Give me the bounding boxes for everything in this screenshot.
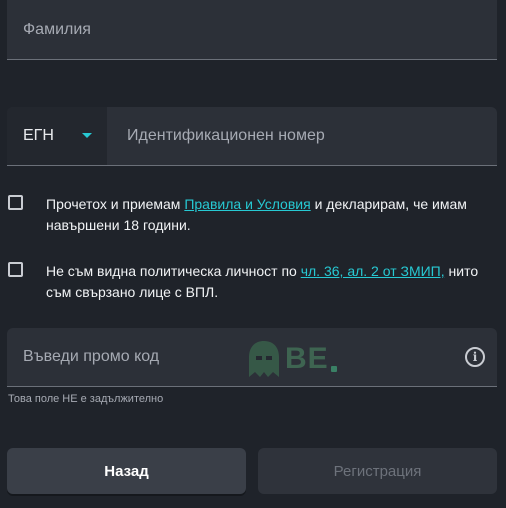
promo-code-placeholder: Въведи промо код <box>23 348 160 365</box>
watermark-dot <box>330 366 337 372</box>
back-button[interactable]: Назад <box>7 448 246 494</box>
terms-link[interactable]: Правила и Условия <box>184 196 310 212</box>
pep-text: Не съм видна политическа личност по чл. … <box>46 261 496 303</box>
watermark-text: BE <box>285 342 329 375</box>
id-type-select[interactable]: ЕГН <box>7 107 107 165</box>
surname-placeholder: Фамилия <box>23 21 91 38</box>
egn-field-group: ЕГН Идентификационен номер <box>7 107 497 166</box>
register-button[interactable]: Регистрация <box>258 448 497 494</box>
watermark-logo: BE <box>247 339 337 379</box>
promo-code-field[interactable]: Въведи промо код BE i <box>7 328 497 387</box>
terms-row: Прочетох и приемам Правила и Условия и д… <box>8 194 496 236</box>
ghost-icon <box>249 341 279 377</box>
terms-text: Прочетох и приемам Правила и Условия и д… <box>46 194 496 236</box>
registration-form: Фамилия ЕГН Идентификационен номер Проче… <box>0 0 506 508</box>
info-icon[interactable]: i <box>465 347 485 367</box>
id-number-placeholder: Идентификационен номер <box>127 127 325 144</box>
surname-field[interactable]: Фамилия <box>7 0 497 60</box>
terms-text-before: Прочетох и приемам <box>46 196 185 212</box>
pep-checkbox[interactable] <box>8 262 23 277</box>
promo-helper-text: Това поле НЕ е задължително <box>8 393 164 405</box>
pep-text-before: Не съм видна политическа личност по <box>46 263 301 279</box>
terms-checkbox[interactable] <box>8 195 23 210</box>
id-type-value: ЕГН <box>23 127 54 144</box>
caret-down-icon <box>82 133 92 138</box>
pep-row: Не съм видна политическа личност по чл. … <box>8 261 496 303</box>
id-number-input[interactable]: Идентификационен номер <box>107 107 497 165</box>
pep-law-link[interactable]: чл. 36, ал. 2 от ЗМИП, <box>301 263 445 279</box>
